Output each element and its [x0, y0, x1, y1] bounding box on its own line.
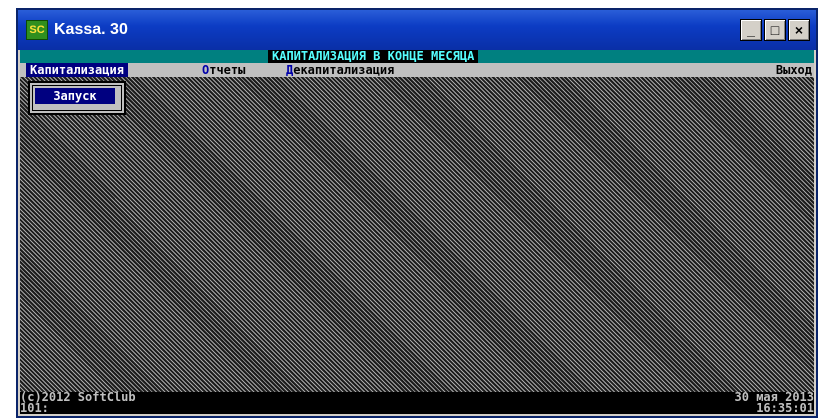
header-bar: КАПИТАЛИЗАЦИЯ В КОНЦЕ МЕСЯЦА [20, 50, 814, 63]
title-bar[interactable]: SC Kassa. 30 _ □ × [18, 10, 816, 50]
submenu-popup: Запуск [28, 81, 126, 115]
window-controls: _ □ × [740, 19, 810, 41]
run-button[interactable]: Запуск [35, 88, 115, 104]
clock-text: 16:35:01 [756, 401, 814, 414]
menu-item-exit[interactable]: Выход [776, 63, 812, 77]
command-prompt[interactable]: 101: [20, 402, 49, 414]
app-logo-icon[interactable]: SC [26, 20, 48, 40]
menu-item-reports[interactable]: Отчеты [202, 63, 245, 77]
menu-item-label: екапитализация [293, 63, 395, 77]
close-button[interactable]: × [788, 19, 810, 41]
menu-item-label: тчеты [209, 63, 246, 77]
maximize-button[interactable]: □ [764, 19, 786, 41]
minimize-button[interactable]: _ [740, 19, 762, 41]
menu-bar: Капитализация Отчеты Декапитализация Вых… [20, 63, 814, 77]
menu-item-decapitalization[interactable]: Декапитализация [286, 63, 394, 77]
status-bar: (c)2012 SoftClub 30 мая 2013 [20, 391, 814, 403]
desktop-pattern [20, 63, 814, 392]
app-window: SC Kassa. 30 _ □ × КАПИТАЛИЗАЦИЯ В КОНЦЕ… [16, 8, 818, 418]
menu-item-capitalization[interactable]: Капитализация [26, 63, 128, 77]
window-title: Kassa. 30 [54, 21, 128, 38]
command-line: 101: 16:35:01 [20, 401, 814, 414]
console-area: КАПИТАЛИЗАЦИЯ В КОНЦЕ МЕСЯЦА Капитализац… [20, 50, 814, 414]
screen-title: КАПИТАЛИЗАЦИЯ В КОНЦЕ МЕСЯЦА [268, 50, 479, 63]
